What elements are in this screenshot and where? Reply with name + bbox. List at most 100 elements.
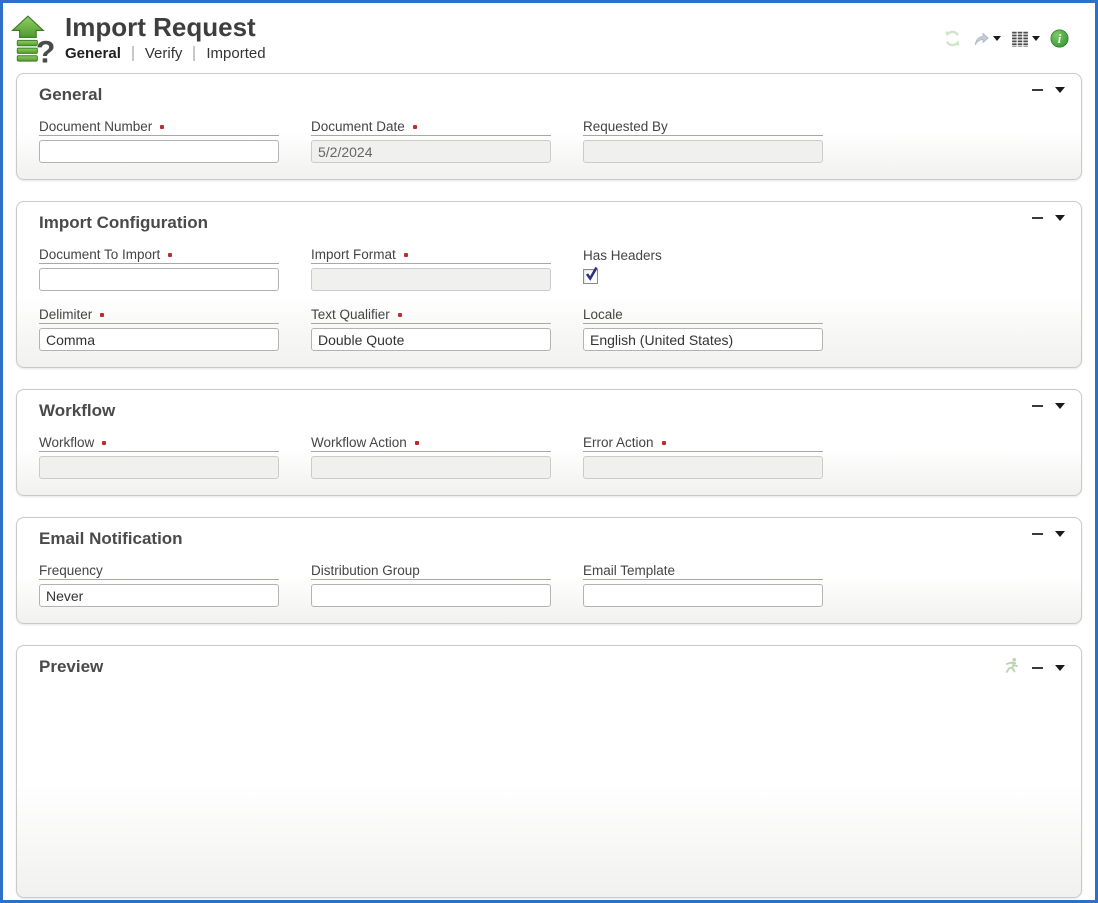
run-preview-button[interactable] [1003,657,1020,679]
field-label: Has Headers [583,248,662,263]
field-frequency: Frequency [39,562,311,607]
required-marker [160,125,164,129]
section-caret-icon[interactable] [1055,87,1065,93]
field-label: Distribution Group [311,563,420,578]
field-label: Error Action [583,435,654,450]
delimiter-input[interactable] [39,328,279,351]
section-title: Email Notification [39,529,1067,549]
field-label: Document Date [311,119,405,134]
column-layout-icon [1011,30,1029,48]
requested-by-input [583,140,823,163]
field-document-number: Document Number [39,118,311,163]
section-caret-icon[interactable] [1055,665,1065,671]
collapse-icon[interactable] [1032,667,1043,669]
refresh-icon [943,29,962,48]
section-email-notification: Email Notification Frequency Distributio… [16,517,1082,624]
field-label: Text Qualifier [311,307,390,322]
tab-imported[interactable]: Imported [206,45,265,62]
required-marker [662,441,666,445]
document-date-input [311,140,551,163]
field-label: Import Format [311,247,396,262]
field-label: Frequency [39,563,103,578]
field-error-action: Error Action [583,434,855,479]
checkmark-icon [585,266,599,282]
field-has-headers: Has Headers [583,246,855,291]
page-title: Import Request [65,13,266,42]
import-request-window: { "header": { "title": "Import Request",… [0,0,1098,903]
tab-separator [193,46,195,61]
field-import-format: Import Format [311,246,583,291]
document-to-import-input[interactable] [39,268,279,291]
field-label: Locale [583,307,623,322]
field-delimiter: Delimiter [39,306,311,351]
chevron-down-icon [993,36,1001,41]
field-label: Document To Import [39,247,160,262]
section-title: Preview [39,657,1067,677]
required-marker [100,313,104,317]
field-label: Requested By [583,119,668,134]
section-import-configuration: Import Configuration Document To Import … [16,201,1082,368]
section-caret-icon[interactable] [1055,531,1065,537]
section-caret-icon[interactable] [1055,403,1065,409]
email-template-input[interactable] [583,584,823,607]
field-label: Workflow [39,435,94,450]
required-marker [413,125,417,129]
chevron-down-icon [1032,36,1040,41]
required-marker [102,441,106,445]
required-marker [168,253,172,257]
field-document-to-import: Document To Import [39,246,311,291]
refresh-button[interactable] [943,29,962,48]
frequency-input[interactable] [39,584,279,607]
distribution-group-input[interactable] [311,584,551,607]
field-document-date: Document Date [311,118,583,163]
required-marker [404,253,408,257]
field-workflow: Workflow [39,434,311,479]
header-toolbar: i [943,29,1081,48]
svg-text:?: ? [36,33,55,67]
section-workflow: Workflow Workflow Workflow Action Error … [16,389,1082,496]
section-title: Workflow [39,401,1067,421]
tab-verify[interactable]: Verify [145,45,183,62]
collapse-icon[interactable] [1032,89,1043,91]
field-workflow-action: Workflow Action [311,434,583,479]
actions-dropdown-button[interactable] [972,30,1001,48]
field-label: Document Number [39,119,152,134]
run-icon [1003,657,1020,674]
svg-text:i: i [1058,32,1062,46]
error-action-input [583,456,823,479]
section-title: Import Configuration [39,213,1067,233]
workflow-action-input [311,456,551,479]
workflow-input [39,456,279,479]
collapse-icon[interactable] [1032,217,1043,219]
tab-general[interactable]: General [65,45,121,62]
import-question-icon: ? [11,15,59,67]
info-icon: i [1050,29,1069,48]
collapse-icon[interactable] [1032,405,1043,407]
field-label: Workflow Action [311,435,407,450]
field-text-qualifier: Text Qualifier [311,306,583,351]
section-title: General [39,85,1067,105]
collapse-icon[interactable] [1032,533,1043,535]
form-body: General Document Number Document Date Re… [3,71,1095,898]
field-requested-by: Requested By [583,118,855,163]
required-marker [398,313,402,317]
required-marker [415,441,419,445]
forward-arrow-icon [972,30,990,48]
locale-input[interactable] [583,328,823,351]
page-header: ? Import Request General Verify Imported [3,3,1095,71]
field-email-template: Email Template [583,562,855,607]
field-distribution-group: Distribution Group [311,562,583,607]
import-format-input [311,268,551,291]
tab-separator [132,46,134,61]
field-locale: Locale [583,306,855,351]
column-layout-button[interactable] [1011,30,1040,48]
section-general: General Document Number Document Date Re… [16,73,1082,180]
field-label: Email Template [583,563,675,578]
document-number-input[interactable] [39,140,279,163]
info-button[interactable]: i [1050,29,1069,48]
field-label: Delimiter [39,307,92,322]
has-headers-checkbox[interactable] [583,269,598,284]
section-caret-icon[interactable] [1055,215,1065,221]
section-preview: Preview [16,645,1082,898]
text-qualifier-input[interactable] [311,328,551,351]
